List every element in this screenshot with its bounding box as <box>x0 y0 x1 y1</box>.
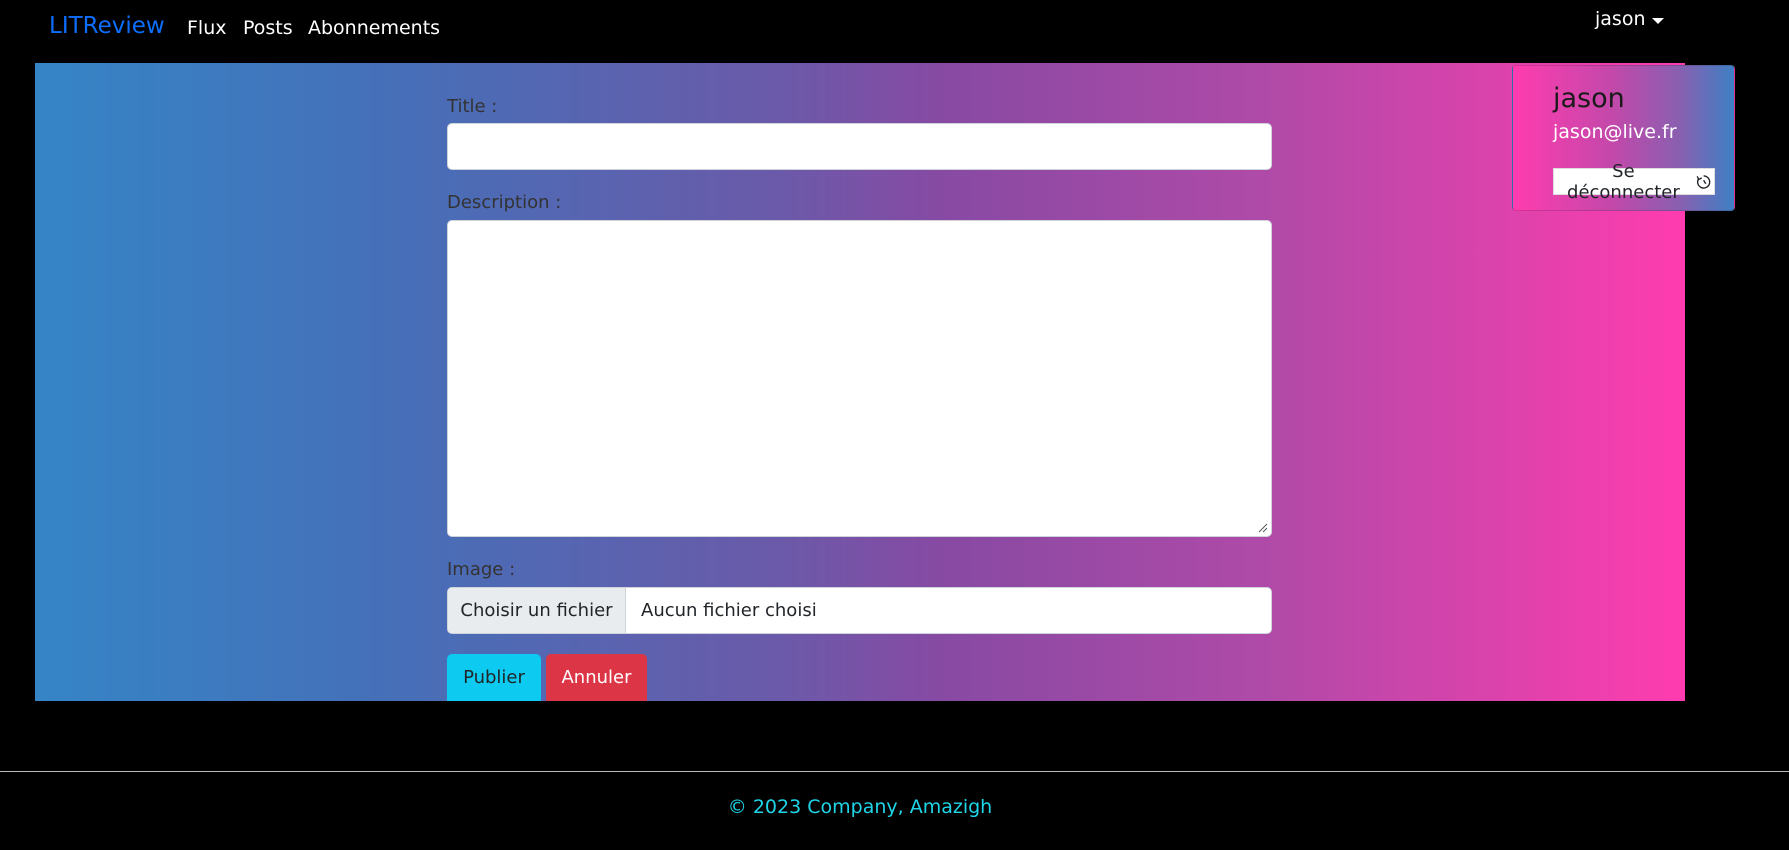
brand-link[interactable]: LITReview <box>49 13 165 39</box>
choose-file-button[interactable]: Choisir un fichier <box>448 588 626 633</box>
file-status-text: Aucun fichier choisi <box>641 600 817 621</box>
user-menu-toggle[interactable]: jason <box>1595 8 1664 30</box>
dropdown-email: jason@live.fr <box>1553 121 1677 143</box>
title-input[interactable] <box>447 123 1272 170</box>
description-textarea[interactable] <box>447 220 1272 537</box>
footer-copyright: © 2023 Company, Amazigh <box>727 796 993 818</box>
ticket-form-panel: Title : Description : Image : Choisir un… <box>35 63 1685 701</box>
cancel-button[interactable]: Annuler <box>546 654 647 701</box>
user-dropdown-menu: jason jason@live.fr Se déconnecter <box>1512 65 1735 211</box>
logout-button[interactable]: Se déconnecter <box>1553 161 1715 203</box>
user-menu-name: jason <box>1595 8 1646 30</box>
resize-handle-icon[interactable] <box>1258 523 1268 533</box>
nav-link-flux[interactable]: Flux <box>187 17 227 39</box>
nav-link-posts[interactable]: Posts <box>243 17 293 39</box>
logout-label: Se déconnecter <box>1567 160 1680 203</box>
dropdown-username: jason <box>1553 83 1625 114</box>
image-label: Image : <box>447 559 516 580</box>
publish-button[interactable]: Publier <box>447 654 541 701</box>
description-label: Description : <box>447 192 562 213</box>
caret-down-icon <box>1651 18 1664 24</box>
image-file-input[interactable]: Choisir un fichier Aucun fichier choisi <box>447 587 1272 634</box>
nav-link-abonnements[interactable]: Abonnements <box>308 17 440 39</box>
logout-icon <box>1696 174 1711 189</box>
footer-divider <box>0 771 1789 772</box>
top-navbar: LITReview Flux Posts Abonnements jason <box>0 0 1789 60</box>
title-label: Title : <box>447 96 498 117</box>
